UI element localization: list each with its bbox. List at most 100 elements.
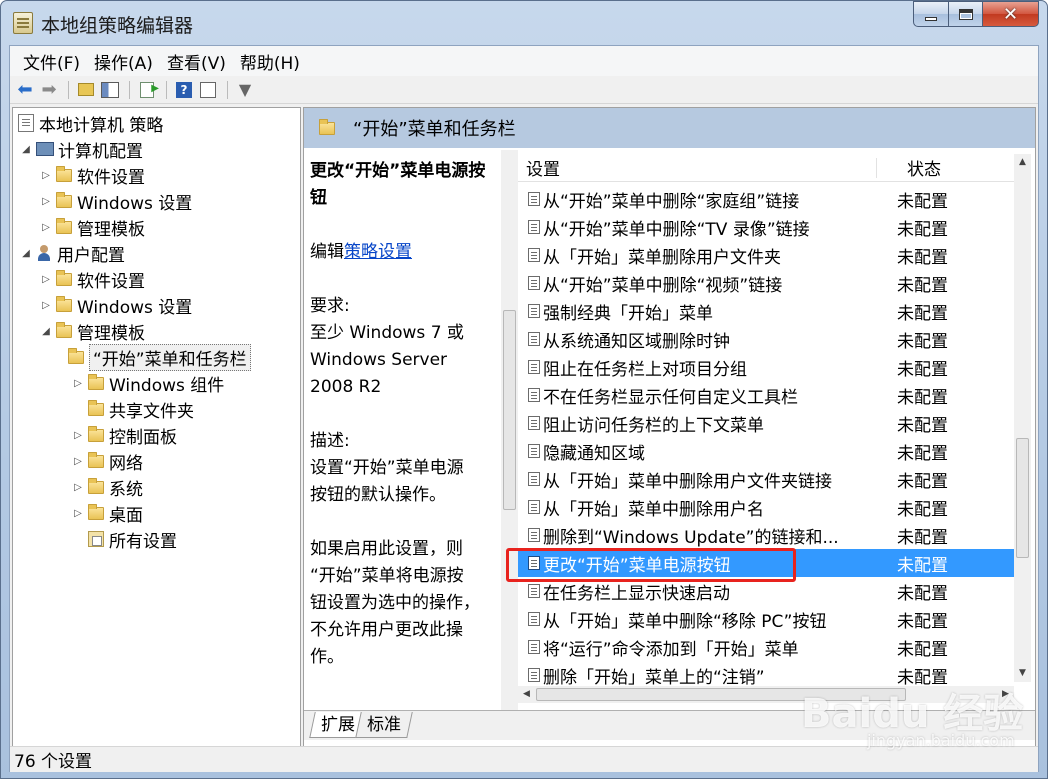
tree-node-user-config[interactable]: ◢ 用户配置 (19, 240, 125, 266)
tree-node-control-panel[interactable]: ▷ 控制面板 (71, 422, 177, 448)
collapsed-icon[interactable]: ▷ (71, 508, 85, 519)
expanded-icon[interactable]: ◢ (19, 144, 33, 155)
table-row[interactable]: 在任务栏上显示快速启动 未配置 (518, 577, 1021, 605)
table-row[interactable]: 从“开始”菜单中删除“家庭组”链接 未配置 (518, 185, 1021, 213)
table-row[interactable]: 从「开始」菜单删除用户文件夹 未配置 (518, 241, 1021, 269)
settings-rows: 从“开始”菜单中删除“家庭组”链接 未配置 从“开始”菜单中删除“TV 录像”链接未… (506, 185, 1021, 689)
table-row[interactable]: 从「开始」菜单中删除用户名 未配置 (518, 493, 1021, 521)
table-row[interactable]: 隐藏通知区域 未配置 (518, 437, 1021, 465)
scroll-up-icon[interactable]: ▲ (1014, 154, 1031, 171)
help-button[interactable]: ? (173, 80, 195, 100)
table-row[interactable]: 更改“开始”菜单电源按钮 未配置 (506, 548, 1021, 582)
collapsed-icon[interactable]: ▷ (71, 430, 85, 441)
properties-button[interactable] (197, 80, 219, 100)
collapsed-icon[interactable]: ▷ (39, 170, 53, 181)
scroll-left-icon[interactable]: ◀ (518, 686, 535, 703)
export-list-icon (140, 81, 159, 98)
tree-node-windows-settings-user[interactable]: ▷ Windows 设置 (39, 292, 192, 318)
column-divider[interactable] (876, 158, 877, 178)
tree-node-windows-components[interactable]: ▷ Windows 组件 (71, 370, 224, 396)
tree-label: 系统 (109, 479, 143, 500)
edit-policy-link[interactable]: 策略设置 (344, 242, 412, 262)
table-row[interactable]: 从「开始」菜单中删除用户文件夹链接 未配置 (518, 465, 1021, 493)
tree-node-desktop[interactable]: ▷ 桌面 (71, 500, 143, 526)
table-row[interactable]: 将“运行”命令添加到「开始」菜单 未配置 (518, 633, 1021, 661)
tree-node-all-settings[interactable]: 所有设置 (85, 526, 177, 552)
client-area: 文件(F) 操作(A) 查看(V) 帮助(H) ⬅ ➡ ? ▼ 本地计算机 策略 (9, 45, 1039, 772)
minimize-button[interactable] (913, 1, 949, 27)
menu-file[interactable]: 文件(F) (16, 49, 87, 74)
table-row[interactable]: 强制经典「开始」菜单 未配置 (518, 297, 1021, 325)
help-icon: ? (176, 81, 192, 98)
menu-help[interactable]: 帮助(H) (233, 49, 307, 74)
up-one-level-button[interactable] (75, 80, 97, 100)
tab-label: 标准 (367, 715, 401, 735)
close-icon: ✕ (1002, 3, 1019, 25)
setting-state: 未配置 (897, 639, 948, 660)
export-list-button[interactable] (136, 80, 159, 100)
column-header-state[interactable]: 状态 (907, 155, 941, 180)
scroll-thumb[interactable] (503, 310, 516, 510)
tree-node-root[interactable]: 本地计算机 策略 (15, 110, 163, 136)
scroll-thumb[interactable] (1016, 438, 1029, 558)
collapsed-icon[interactable]: ▷ (39, 222, 53, 233)
navigation-tree[interactable]: 本地计算机 策略 ◢ 计算机配置 ▷ 软件设置 ▷ Windows 设置 ▷ 管… (12, 107, 301, 753)
tree-node-system[interactable]: ▷ 系统 (71, 474, 143, 500)
scroll-down-icon[interactable]: ▼ (1014, 665, 1031, 682)
tree-node-admin-templates-user[interactable]: ◢ 管理模板 (39, 318, 145, 344)
description-text: 设置“开始”菜单电源 (310, 458, 464, 478)
table-row[interactable]: 删除到“Windows Update”的链接和... 未配置 (518, 521, 1021, 549)
table-row[interactable]: 从「开始」菜单中删除“移除 PC”按钮 未配置 (518, 605, 1021, 633)
maximize-icon (958, 8, 973, 20)
show-hide-tree-button[interactable] (99, 80, 121, 100)
table-row[interactable]: 阻止在任务栏上对项目分组 未配置 (518, 353, 1021, 381)
tree-node-software-settings-user[interactable]: ▷ 软件设置 (39, 266, 145, 292)
back-button[interactable]: ⬅ (14, 79, 36, 100)
policy-setting-icon (528, 612, 540, 626)
tree-node-admin-templates[interactable]: ▷ 管理模板 (39, 214, 145, 240)
setting-name: 从「开始」菜单删除用户文件夹 (543, 247, 781, 268)
filter-button[interactable]: ▼ (234, 80, 256, 100)
tree-node-software-settings[interactable]: ▷ 软件设置 (39, 162, 145, 188)
tree-node-shared-folders[interactable]: 共享文件夹 (85, 396, 194, 422)
policy-setting-icon (528, 276, 540, 290)
tree-node-computer-config[interactable]: ◢ 计算机配置 (19, 136, 143, 162)
expanded-icon[interactable]: ◢ (39, 326, 53, 337)
description-scrollbar[interactable] (501, 150, 518, 712)
setting-name: 更改“开始”菜单电源按钮 (543, 555, 731, 576)
table-row[interactable]: 从“开始”菜单中删除“视频”链接 未配置 (518, 269, 1021, 297)
policy-setting-icon (528, 472, 540, 486)
forward-button[interactable]: ➡ (38, 79, 60, 100)
tree-node-network[interactable]: ▷ 网络 (71, 448, 143, 474)
collapsed-icon[interactable]: ▷ (71, 482, 85, 493)
collapsed-icon[interactable]: ▷ (71, 378, 85, 389)
table-row[interactable]: 不在任务栏显示任何自定义工具栏 未配置 (518, 381, 1021, 409)
menu-view[interactable]: 查看(V) (160, 49, 233, 74)
table-row[interactable]: 从系统通知区域删除时钟 未配置 (518, 325, 1021, 353)
table-row[interactable]: 阻止访问任务栏的上下文菜单 未配置 (518, 409, 1021, 437)
description-text: 作。 (310, 647, 344, 667)
tab-standard[interactable]: 标准 (355, 712, 413, 738)
tree-label: 软件设置 (77, 167, 145, 188)
collapsed-icon[interactable]: ▷ (39, 196, 53, 207)
close-button[interactable]: ✕ (983, 1, 1039, 27)
collapsed-icon[interactable]: ▷ (71, 456, 85, 467)
properties-icon (200, 81, 216, 98)
policy-setting-icon (528, 388, 540, 402)
expanded-icon[interactable]: ◢ (19, 248, 33, 259)
menu-action[interactable]: 操作(A) (87, 49, 160, 74)
title-bar[interactable]: 本地组策略编辑器 ✕ (1, 1, 1047, 45)
tree-node-start-menu-taskbar[interactable]: “开始”菜单和任务栏 (65, 343, 251, 371)
column-header-setting[interactable]: 设置 (526, 155, 560, 180)
list-vertical-scrollbar[interactable]: ▲ ▼ (1014, 154, 1031, 682)
maximize-button[interactable] (949, 1, 983, 27)
description-text: 按钮的默认操作。 (310, 485, 446, 505)
collapsed-icon[interactable]: ▷ (39, 300, 53, 311)
table-row[interactable]: 从“开始”菜单中删除“TV 录像”链接 未配置 (518, 213, 1021, 241)
description-text: 如果启用此设置，则 (310, 539, 463, 559)
filter-icon: ▼ (238, 80, 252, 99)
gpedit-app-icon (13, 12, 33, 34)
requirements-label: 要求: (310, 296, 350, 316)
tree-node-windows-settings[interactable]: ▷ Windows 设置 (39, 188, 192, 214)
collapsed-icon[interactable]: ▷ (39, 274, 53, 285)
